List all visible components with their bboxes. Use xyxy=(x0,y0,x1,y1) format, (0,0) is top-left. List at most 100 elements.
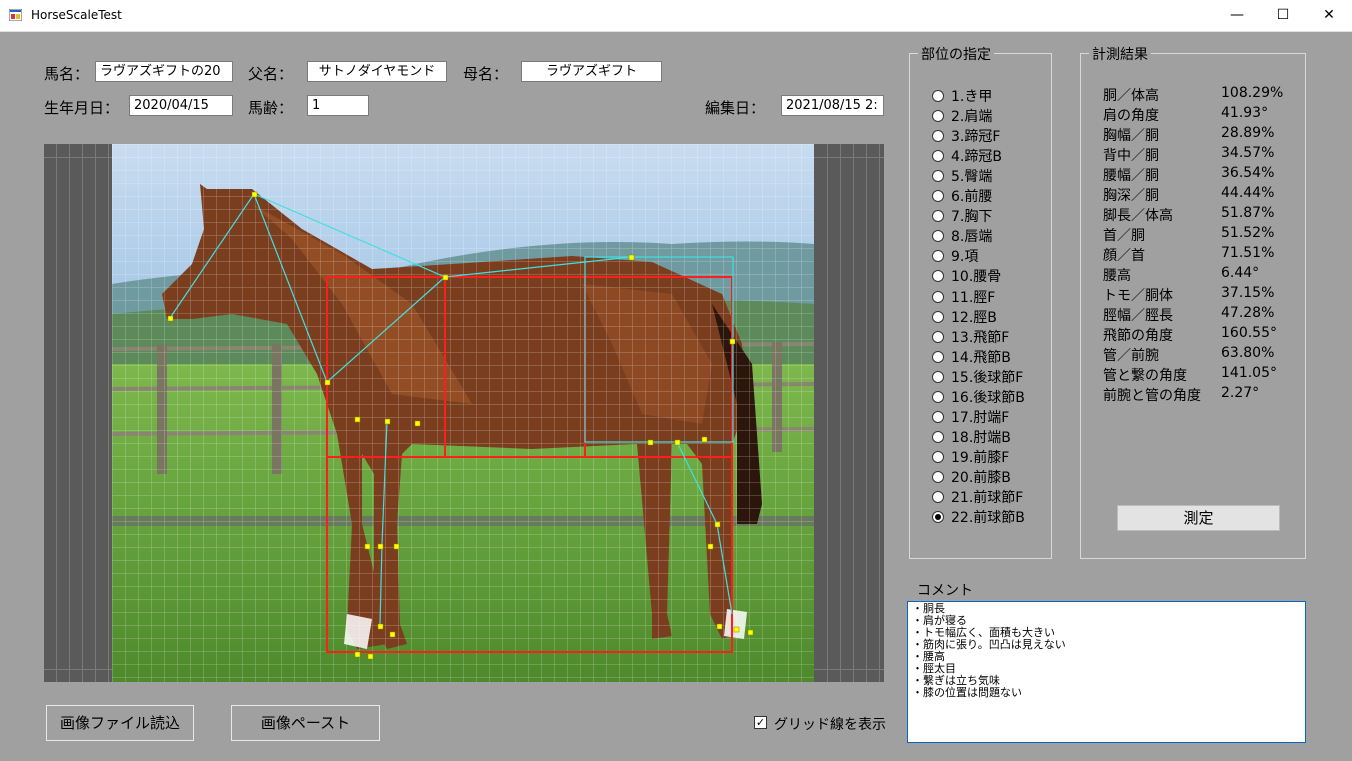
result-value: 71.51% xyxy=(1221,245,1275,261)
part-radio-label: 22.前球節B xyxy=(951,510,1025,527)
part-radio-4[interactable]: 4.蹄冠B xyxy=(932,146,1002,166)
result-value: 108.29% xyxy=(1221,85,1284,101)
part-radio-16[interactable]: 16.後球節B xyxy=(932,387,1025,407)
comment-label: コメント xyxy=(917,583,973,599)
part-radio-label: 19.前膝F xyxy=(951,449,1010,466)
result-row: 顔／首 71.51% xyxy=(1103,245,1274,265)
part-radio-17[interactable]: 17.肘端F xyxy=(932,407,1009,427)
radio-button-icon[interactable] xyxy=(932,110,944,123)
grid-checkbox-label[interactable]: グリッド線を表示 xyxy=(774,714,886,734)
comment-line: ・膝の位置は問題ない xyxy=(912,686,1022,699)
radio-button-icon[interactable] xyxy=(932,511,944,524)
dam-label: 母名： xyxy=(463,65,509,83)
comment-textarea[interactable]: ・胴長 ・肩が寝る ・トモ幅広く、面積も大きい ・筋肉に張り。凹凸は見えない ・腰高 ・脛… xyxy=(907,601,1306,743)
edit-date-field[interactable]: 2021/08/15 2: xyxy=(781,95,884,116)
close-button[interactable]: ✕ xyxy=(1306,0,1352,31)
title-bar: HorseScaleTest — ☐ ✕ xyxy=(0,0,1352,32)
radio-button-icon[interactable] xyxy=(932,290,944,303)
part-radio-22[interactable]: 22.前球節B xyxy=(932,507,1025,527)
result-value: 34.57% xyxy=(1221,145,1275,161)
part-radio-11[interactable]: 11.脛F xyxy=(932,287,995,307)
result-label: 脚長／体高 xyxy=(1103,208,1173,224)
results-group-title: 計測結果 xyxy=(1089,44,1151,64)
part-radio-21[interactable]: 21.前球節F xyxy=(932,487,1023,507)
part-radio-12[interactable]: 12.脛B xyxy=(932,307,997,327)
result-label: 管と繋の角度 xyxy=(1103,368,1187,384)
result-value: 141.05° xyxy=(1221,365,1277,381)
part-radio-label: 20.前膝B xyxy=(951,469,1011,486)
part-radio-9[interactable]: 9.項 xyxy=(932,246,978,266)
radio-button-icon[interactable] xyxy=(932,450,944,463)
dam-field[interactable]: ラヴアズギフト xyxy=(521,61,662,82)
radio-button-icon[interactable] xyxy=(932,250,944,263)
measure-button[interactable]: 測定 xyxy=(1117,505,1280,531)
part-radio-10[interactable]: 10.腰骨 xyxy=(932,266,1001,286)
image-canvas[interactable] xyxy=(44,144,884,682)
result-label: 前腕と管の角度 xyxy=(1103,388,1201,404)
part-radio-6[interactable]: 6.前腰 xyxy=(932,186,992,206)
radio-button-icon[interactable] xyxy=(932,390,944,403)
sire-field[interactable]: サトノダイヤモンド xyxy=(307,61,447,82)
radio-button-icon[interactable] xyxy=(932,491,944,503)
result-label: 腰高 xyxy=(1103,268,1131,284)
part-radio-3[interactable]: 3.蹄冠F xyxy=(932,126,1000,146)
radio-button-icon[interactable] xyxy=(932,150,944,163)
birth-date-field[interactable]: 2020/04/15 xyxy=(129,95,233,116)
part-radio-20[interactable]: 20.前膝B xyxy=(932,467,1011,487)
part-radio-label: 1.き甲 xyxy=(951,89,993,105)
grid-checkbox[interactable]: ✓ xyxy=(754,716,767,729)
result-row: 背中／胴 34.57% xyxy=(1103,145,1274,165)
part-radio-label: 10.腰骨 xyxy=(951,269,1002,286)
result-row: 胴／体高 108.29% xyxy=(1103,85,1283,105)
age-field[interactable]: 1 xyxy=(307,95,369,116)
radio-button-icon[interactable] xyxy=(932,370,944,383)
part-radio-5[interactable]: 5.臀端 xyxy=(932,166,992,186)
radio-button-icon[interactable] xyxy=(932,330,944,343)
radio-button-icon[interactable] xyxy=(932,230,944,243)
part-radio-1[interactable]: 1.き甲 xyxy=(932,86,992,106)
part-radio-2[interactable]: 2.肩端 xyxy=(932,106,992,126)
result-label: 胴／体高 xyxy=(1103,88,1159,104)
minimize-button[interactable]: — xyxy=(1214,0,1260,31)
radio-button-icon[interactable] xyxy=(932,170,944,183)
result-value: 36.54% xyxy=(1221,165,1275,181)
part-radio-18[interactable]: 18.肘端B xyxy=(932,427,1011,447)
radio-button-icon[interactable] xyxy=(932,90,944,102)
radio-button-icon[interactable] xyxy=(932,190,944,203)
comment-line: ・胴長 xyxy=(912,602,945,615)
radio-button-icon[interactable] xyxy=(932,410,944,423)
result-label: 顔／首 xyxy=(1103,248,1145,264)
result-row: 腰高 6.44° xyxy=(1103,265,1259,285)
comment-line: ・筋肉に張り。凹凸は見えない xyxy=(912,638,1066,651)
part-radio-label: 8.唇端 xyxy=(951,229,993,246)
part-radio-label: 2.肩端 xyxy=(951,109,993,126)
result-row: トモ／胴体 37.15% xyxy=(1103,285,1274,305)
radio-button-icon[interactable] xyxy=(932,430,944,443)
radio-button-icon[interactable] xyxy=(932,470,944,483)
part-radio-19[interactable]: 19.前膝F xyxy=(932,447,1009,467)
load-image-button[interactable]: 画像ファイル読込 xyxy=(46,705,194,741)
sire-label: 父名： xyxy=(248,65,294,83)
radio-button-icon[interactable] xyxy=(932,310,944,323)
part-radio-label: 9.項 xyxy=(951,249,979,266)
app-window: HorseScaleTest — ☐ ✕ 馬名： ラヴアズギフトの20 父名： … xyxy=(0,0,1352,761)
part-radio-14[interactable]: 14.飛節B xyxy=(932,347,1011,367)
part-radio-15[interactable]: 15.後球節F xyxy=(932,367,1023,387)
radio-button-icon[interactable] xyxy=(932,350,944,363)
horse-name-label: 馬名： xyxy=(44,65,90,83)
horse-name-field[interactable]: ラヴアズギフトの20 xyxy=(95,61,233,82)
result-row: 飛節の角度 160.55° xyxy=(1103,325,1277,345)
result-row: 前腕と管の角度 2.27° xyxy=(1103,385,1259,405)
part-radio-label: 7.胸下 xyxy=(951,209,993,226)
maximize-button[interactable]: ☐ xyxy=(1260,0,1306,31)
result-label: 首／胴 xyxy=(1103,228,1145,244)
radio-button-icon[interactable] xyxy=(932,210,944,223)
part-radio-7[interactable]: 7.胸下 xyxy=(932,206,992,226)
radio-button-icon[interactable] xyxy=(932,130,944,143)
part-radio-13[interactable]: 13.飛節F xyxy=(932,327,1009,347)
paste-image-button[interactable]: 画像ペースト xyxy=(231,705,380,741)
part-radio-8[interactable]: 8.唇端 xyxy=(932,226,992,246)
part-radio-label: 5.臀端 xyxy=(951,169,993,186)
radio-button-icon[interactable] xyxy=(932,270,944,283)
parts-group: 部位の指定 1.き甲 2.肩端 3.蹄冠F 4.蹄冠B 5.臀端 6.前腰 7.胸下 8.唇端… xyxy=(909,44,1052,559)
